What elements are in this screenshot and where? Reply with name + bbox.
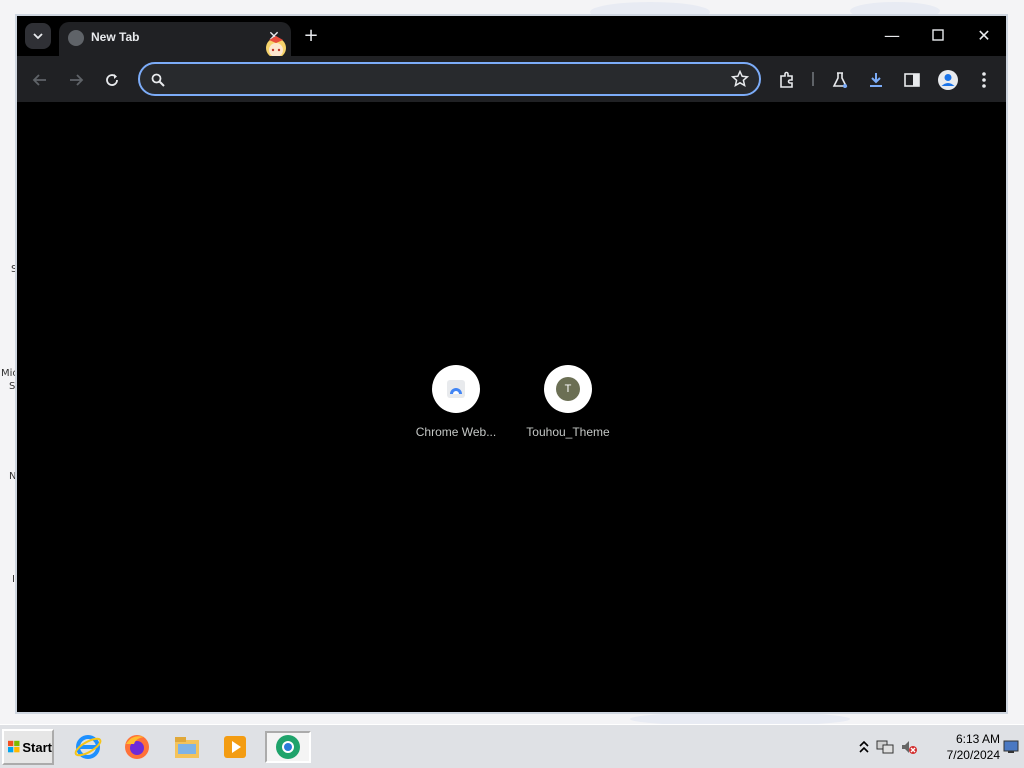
- tab-strip: New Tab ✕ + — ✕: [17, 16, 1006, 68]
- taskbar: Start 6:13 AM 7/20/2024: [0, 724, 1024, 768]
- taskbar-app[interactable]: [218, 731, 252, 763]
- minimize-icon: —: [884, 26, 900, 45]
- tray-volume-button[interactable]: [900, 738, 918, 756]
- labs-button[interactable]: [829, 69, 851, 91]
- avatar-icon: [938, 70, 958, 90]
- tray-network-button[interactable]: [876, 738, 894, 756]
- file-explorer-icon: [175, 737, 199, 758]
- show-desktop-icon: [1003, 740, 1019, 753]
- reload-icon: [106, 74, 118, 86]
- arrow-right-icon: [70, 74, 84, 86]
- shortcut-label: Touhou_Theme: [526, 425, 610, 439]
- taskbar-app[interactable]: [170, 731, 204, 763]
- close-icon: ✕: [977, 26, 991, 45]
- puzzle-icon: [780, 71, 793, 88]
- tray-expand-button[interactable]: [855, 738, 873, 756]
- bookmark-star-icon[interactable]: [731, 70, 749, 88]
- extensions-button[interactable]: [776, 69, 798, 91]
- internet-explorer-icon: [74, 735, 102, 759]
- letter-avatar: T: [556, 377, 580, 401]
- shortcut-tile[interactable]: Chrome Web...: [400, 365, 512, 439]
- taskbar-clock[interactable]: 6:13 AM 7/20/2024: [930, 731, 1000, 763]
- kebab-menu-icon: [982, 72, 986, 88]
- firefox-icon: [125, 735, 149, 759]
- volume-muted-icon: [902, 741, 917, 754]
- reload-button[interactable]: [99, 67, 125, 93]
- clock-date: 7/20/2024: [946, 748, 1000, 762]
- chrome-icon: [276, 735, 300, 759]
- plus-icon: +: [303, 25, 319, 46]
- shortcut-tile[interactable]: T Touhou_Theme: [512, 365, 624, 439]
- taskbar-app[interactable]: [120, 731, 154, 763]
- tab-title: New Tab: [91, 30, 140, 44]
- side-panel-button[interactable]: [901, 69, 923, 91]
- taskbar-app-active[interactable]: [265, 731, 311, 763]
- downloads-button[interactable]: [865, 69, 887, 91]
- profile-button[interactable]: [937, 69, 959, 91]
- shortcut-label: Chrome Web...: [415, 425, 497, 439]
- shortcut-icon-circle: T: [544, 365, 592, 413]
- maximize-button[interactable]: [925, 24, 951, 48]
- chrome-web-store-icon: [447, 380, 465, 398]
- chevron-up-icon: [859, 740, 869, 753]
- system-tray: 6:13 AM 7/20/2024: [855, 729, 1020, 765]
- tab-search-button[interactable]: [25, 23, 51, 49]
- new-tab-page: Chrome Web... T Touhou_Theme: [17, 102, 1006, 712]
- start-button[interactable]: Start: [2, 729, 54, 765]
- address-bar[interactable]: [138, 62, 761, 96]
- network-icon: [876, 740, 894, 754]
- new-tab-button[interactable]: +: [301, 26, 321, 46]
- maximize-icon: [932, 29, 944, 41]
- side-panel-icon: [904, 73, 920, 87]
- taskbar-app[interactable]: [71, 731, 105, 763]
- address-input[interactable]: [174, 70, 714, 90]
- toolbar-divider: [812, 72, 814, 86]
- media-player-icon: [224, 736, 246, 758]
- show-desktop-button[interactable]: [1002, 738, 1020, 756]
- globe-icon: [68, 30, 84, 46]
- forward-button[interactable]: [63, 67, 89, 93]
- minimize-button[interactable]: —: [879, 24, 905, 48]
- start-label: Start: [22, 739, 52, 755]
- back-button[interactable]: [27, 67, 53, 93]
- menu-button[interactable]: [973, 69, 995, 91]
- flask-icon: [832, 72, 848, 88]
- download-icon: [870, 73, 882, 87]
- browser-window: New Tab ✕ + — ✕ Chrome Web... T Touhou_T…: [15, 14, 1008, 714]
- chevron-down-icon: [33, 33, 43, 40]
- shortcut-icon-circle: [432, 365, 480, 413]
- tab-new-tab[interactable]: New Tab ✕: [59, 22, 291, 56]
- windows-flag-icon: [8, 740, 20, 753]
- arrow-left-icon: [32, 74, 46, 86]
- browser-toolbar: [17, 56, 1006, 102]
- clock-time: 6:13 AM: [955, 732, 1000, 746]
- search-icon: [151, 73, 165, 87]
- close-window-button[interactable]: ✕: [971, 24, 997, 48]
